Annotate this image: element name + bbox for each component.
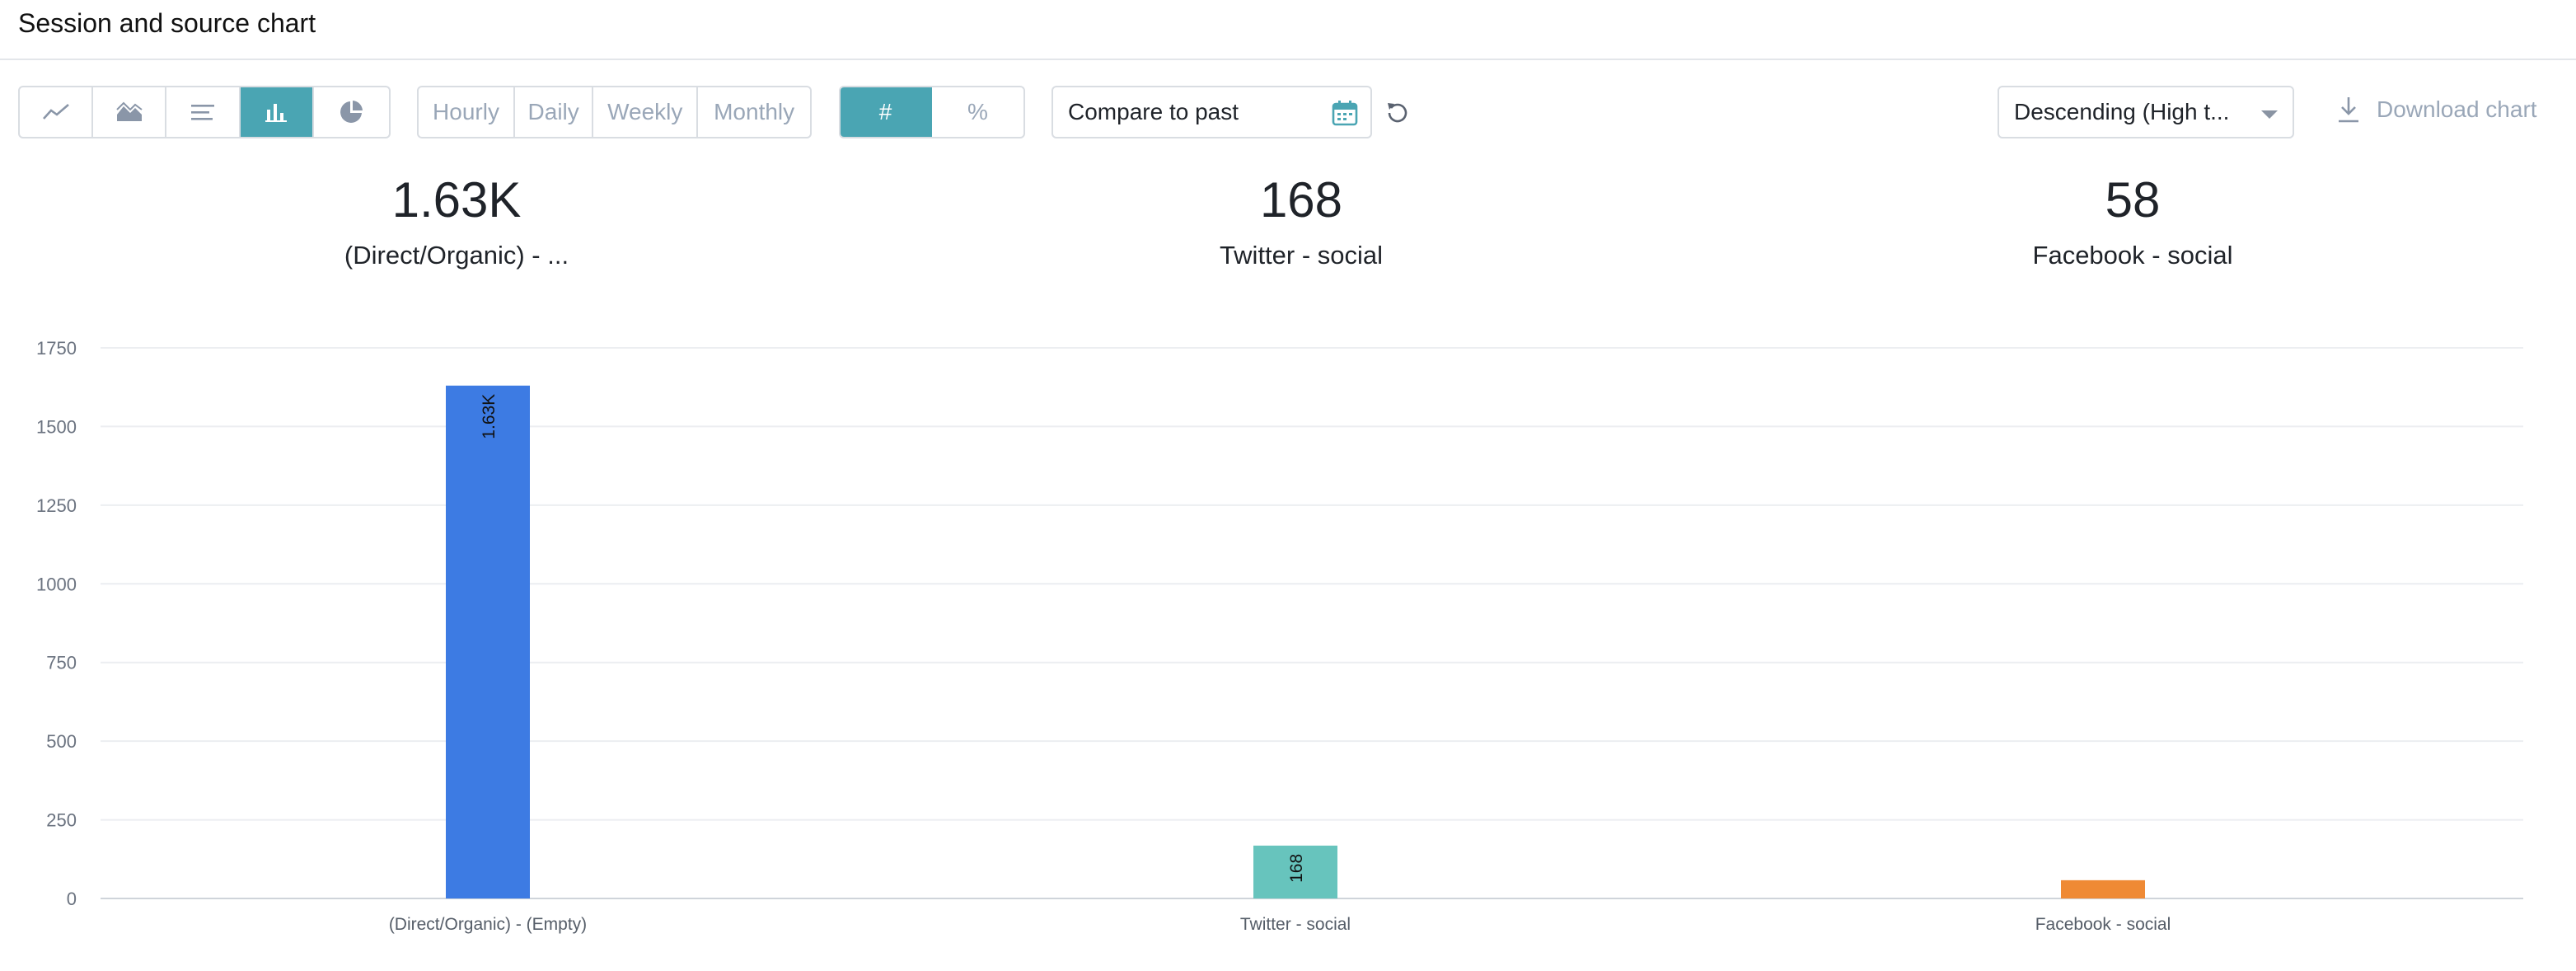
- reset-icon[interactable]: [1386, 101, 1409, 124]
- compare-to-past-input[interactable]: Compare to past: [1051, 86, 1372, 138]
- y-tick-label: 750: [46, 653, 77, 673]
- page-title: Session and source chart: [18, 8, 316, 39]
- bar-data-label: 1.63K: [480, 394, 499, 439]
- interval-switcher: Hourly Daily Weekly Monthly: [417, 86, 812, 138]
- kpi-card: 58 Facebook - social: [1885, 173, 2380, 270]
- sort-order-value: Descending (High t...: [2014, 99, 2229, 125]
- interval-hourly[interactable]: Hourly: [419, 87, 515, 137]
- bar: [446, 386, 530, 898]
- y-tick-label: 1000: [36, 574, 77, 594]
- title-divider: [0, 59, 2576, 60]
- download-chart-button[interactable]: Download chart: [2337, 96, 2537, 124]
- value-mode-switcher: # %: [839, 86, 1025, 138]
- column-chart-button[interactable]: [241, 87, 314, 137]
- x-tick-label: Twitter - social: [1240, 915, 1351, 934]
- interval-weekly[interactable]: Weekly: [593, 87, 698, 137]
- horizontal-bar-button[interactable]: [166, 87, 240, 137]
- percent-mode-button[interactable]: %: [932, 87, 1023, 137]
- chart-type-switcher: [18, 86, 391, 138]
- kpi-label: (Direct/Organic) - ...: [209, 241, 704, 270]
- x-tick-label: Facebook - social: [2035, 915, 2171, 934]
- kpi-label: Twitter - social: [1054, 241, 1548, 270]
- y-tick-label: 1500: [36, 416, 77, 437]
- chevron-down-icon: [2261, 110, 2278, 119]
- kpi-value: 1.63K: [209, 173, 704, 228]
- y-tick-label: 250: [46, 810, 77, 831]
- area-chart-icon: [115, 101, 143, 123]
- download-label: Download chart: [2377, 96, 2537, 123]
- calendar-icon[interactable]: [1331, 99, 1359, 127]
- kpi-card: 1.63K (Direct/Organic) - ...: [209, 173, 704, 270]
- compare-placeholder: Compare to past: [1068, 99, 1239, 125]
- y-tick-label: 1250: [36, 495, 77, 516]
- horizontal-bar-icon: [190, 103, 215, 121]
- count-mode-button[interactable]: #: [841, 87, 932, 137]
- y-tick-label: 1750: [36, 338, 77, 359]
- sort-order-select[interactable]: Descending (High t...: [1998, 86, 2294, 138]
- pie-chart-button[interactable]: [314, 87, 389, 137]
- kpi-value: 168: [1054, 173, 1548, 228]
- bar-data-label: 168: [1287, 854, 1306, 883]
- area-chart-button[interactable]: [93, 87, 166, 137]
- line-chart-icon: [42, 102, 70, 122]
- y-tick-label: 500: [46, 731, 77, 752]
- x-tick-label: (Direct/Organic) - (Empty): [389, 915, 587, 934]
- download-icon: [2337, 96, 2360, 124]
- y-tick-label: 0: [67, 889, 77, 909]
- kpi-card: 168 Twitter - social: [1054, 173, 1548, 270]
- line-chart-button[interactable]: [20, 87, 93, 137]
- kpi-label: Facebook - social: [1885, 241, 2380, 270]
- interval-monthly[interactable]: Monthly: [698, 87, 810, 137]
- bar-chart: 0 250 500 750 1000 1250 1500 1750 (Direct/Organi…: [0, 313, 2576, 956]
- pie-chart-icon: [338, 99, 364, 125]
- interval-daily[interactable]: Daily: [515, 87, 593, 137]
- column-chart-icon: [265, 101, 288, 123]
- kpi-value: 58: [1885, 173, 2380, 228]
- bar: [2061, 880, 2145, 898]
